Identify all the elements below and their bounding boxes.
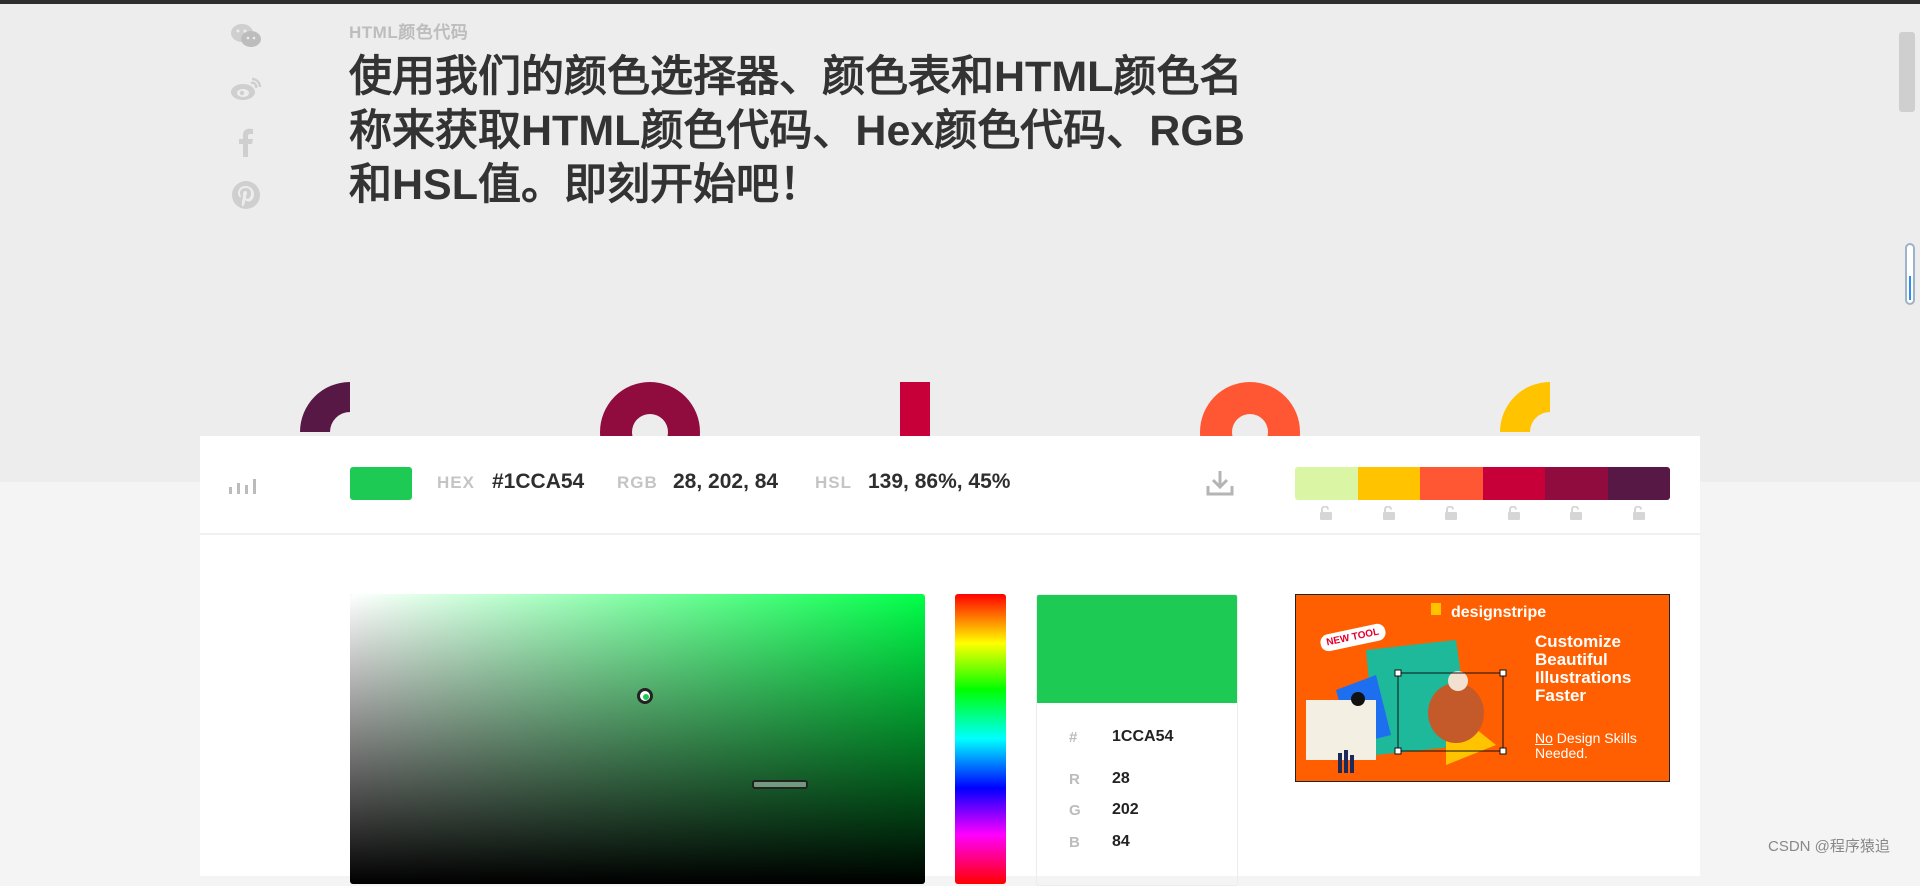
page-eyebrow: HTML颜色代码 <box>349 23 469 42</box>
scrollbar-thumb[interactable] <box>1899 32 1915 112</box>
hex-input[interactable]: 1CCA54 <box>1112 728 1173 746</box>
ad-headline: Customize Beautiful Illustrations Faster <box>1535 632 1632 705</box>
saturation-value-picker[interactable] <box>350 594 925 884</box>
ad-subtext-no: No <box>1535 730 1553 746</box>
palette-swatch[interactable] <box>1482 467 1545 500</box>
ad-banner[interactable]: NEW TOOL designstripe Customize Beautifu… <box>1295 594 1670 782</box>
weibo-icon[interactable] <box>226 69 266 109</box>
color-preview <box>1037 595 1237 703</box>
b-input[interactable]: 84 <box>1112 833 1130 851</box>
palette-swatch[interactable] <box>1295 467 1358 500</box>
color-palette <box>1295 467 1670 500</box>
palette-locks <box>1295 506 1670 520</box>
b-label: B <box>1069 834 1080 851</box>
hex-value[interactable]: #1CCA54 <box>492 470 584 494</box>
color-info-panel: # 1CCA54 R 28 G 202 B 84 <box>1036 594 1238 886</box>
hex-label: HEX <box>437 473 475 492</box>
unlock-icon[interactable] <box>1295 506 1358 520</box>
unlock-icon[interactable] <box>1358 506 1421 520</box>
watermark: CSDN @程序猿追 <box>1768 838 1890 855</box>
ad-illustration <box>1306 603 1507 773</box>
pinterest-icon[interactable] <box>226 175 266 215</box>
unlock-icon[interactable] <box>1545 506 1608 520</box>
palette-swatch[interactable] <box>1607 467 1670 500</box>
g-label: G <box>1069 802 1081 819</box>
palette-swatch[interactable] <box>1420 467 1483 500</box>
bar-chart-icon[interactable] <box>228 476 260 494</box>
decorative-shapes <box>300 382 1550 436</box>
ad-subtext: No Design Skills Needed. <box>1535 731 1665 761</box>
hsl-value[interactable]: 139, 86%, 45% <box>868 470 1010 494</box>
picker-handle[interactable] <box>637 688 653 704</box>
share-bar <box>226 16 266 228</box>
palette-swatch[interactable] <box>1545 467 1608 500</box>
page-title: 使用我们的颜色选择器、颜色表和HTML颜色名称来获取HTML颜色代码、Hex颜色… <box>349 53 1245 209</box>
hue-slider[interactable] <box>955 594 1006 884</box>
wechat-icon[interactable] <box>226 16 266 56</box>
unlock-icon[interactable] <box>1608 506 1671 520</box>
hash-label: # <box>1069 729 1078 746</box>
color-tool-card: HEX #1CCA54 RGB 28, 202, 84 HSL 139, 86%… <box>200 436 1700 886</box>
color-toolbar: HEX #1CCA54 RGB 28, 202, 84 HSL 139, 86%… <box>200 436 1700 535</box>
side-scroll-indicator[interactable] <box>1905 243 1915 305</box>
palette-swatch[interactable] <box>1357 467 1420 500</box>
hue-handle[interactable] <box>752 780 808 789</box>
ad-brand: designstripe <box>1451 604 1547 621</box>
unlock-icon[interactable] <box>1420 506 1483 520</box>
r-input[interactable]: 28 <box>1112 770 1130 788</box>
facebook-icon[interactable] <box>226 122 266 162</box>
hsl-label: HSL <box>815 473 852 492</box>
rgb-value[interactable]: 28, 202, 84 <box>673 470 778 494</box>
unlock-icon[interactable] <box>1483 506 1546 520</box>
rgb-label: RGB <box>617 473 658 492</box>
r-label: R <box>1069 771 1080 788</box>
current-color-swatch[interactable] <box>350 467 412 500</box>
download-icon[interactable] <box>1205 468 1235 498</box>
g-input[interactable]: 202 <box>1112 801 1139 819</box>
